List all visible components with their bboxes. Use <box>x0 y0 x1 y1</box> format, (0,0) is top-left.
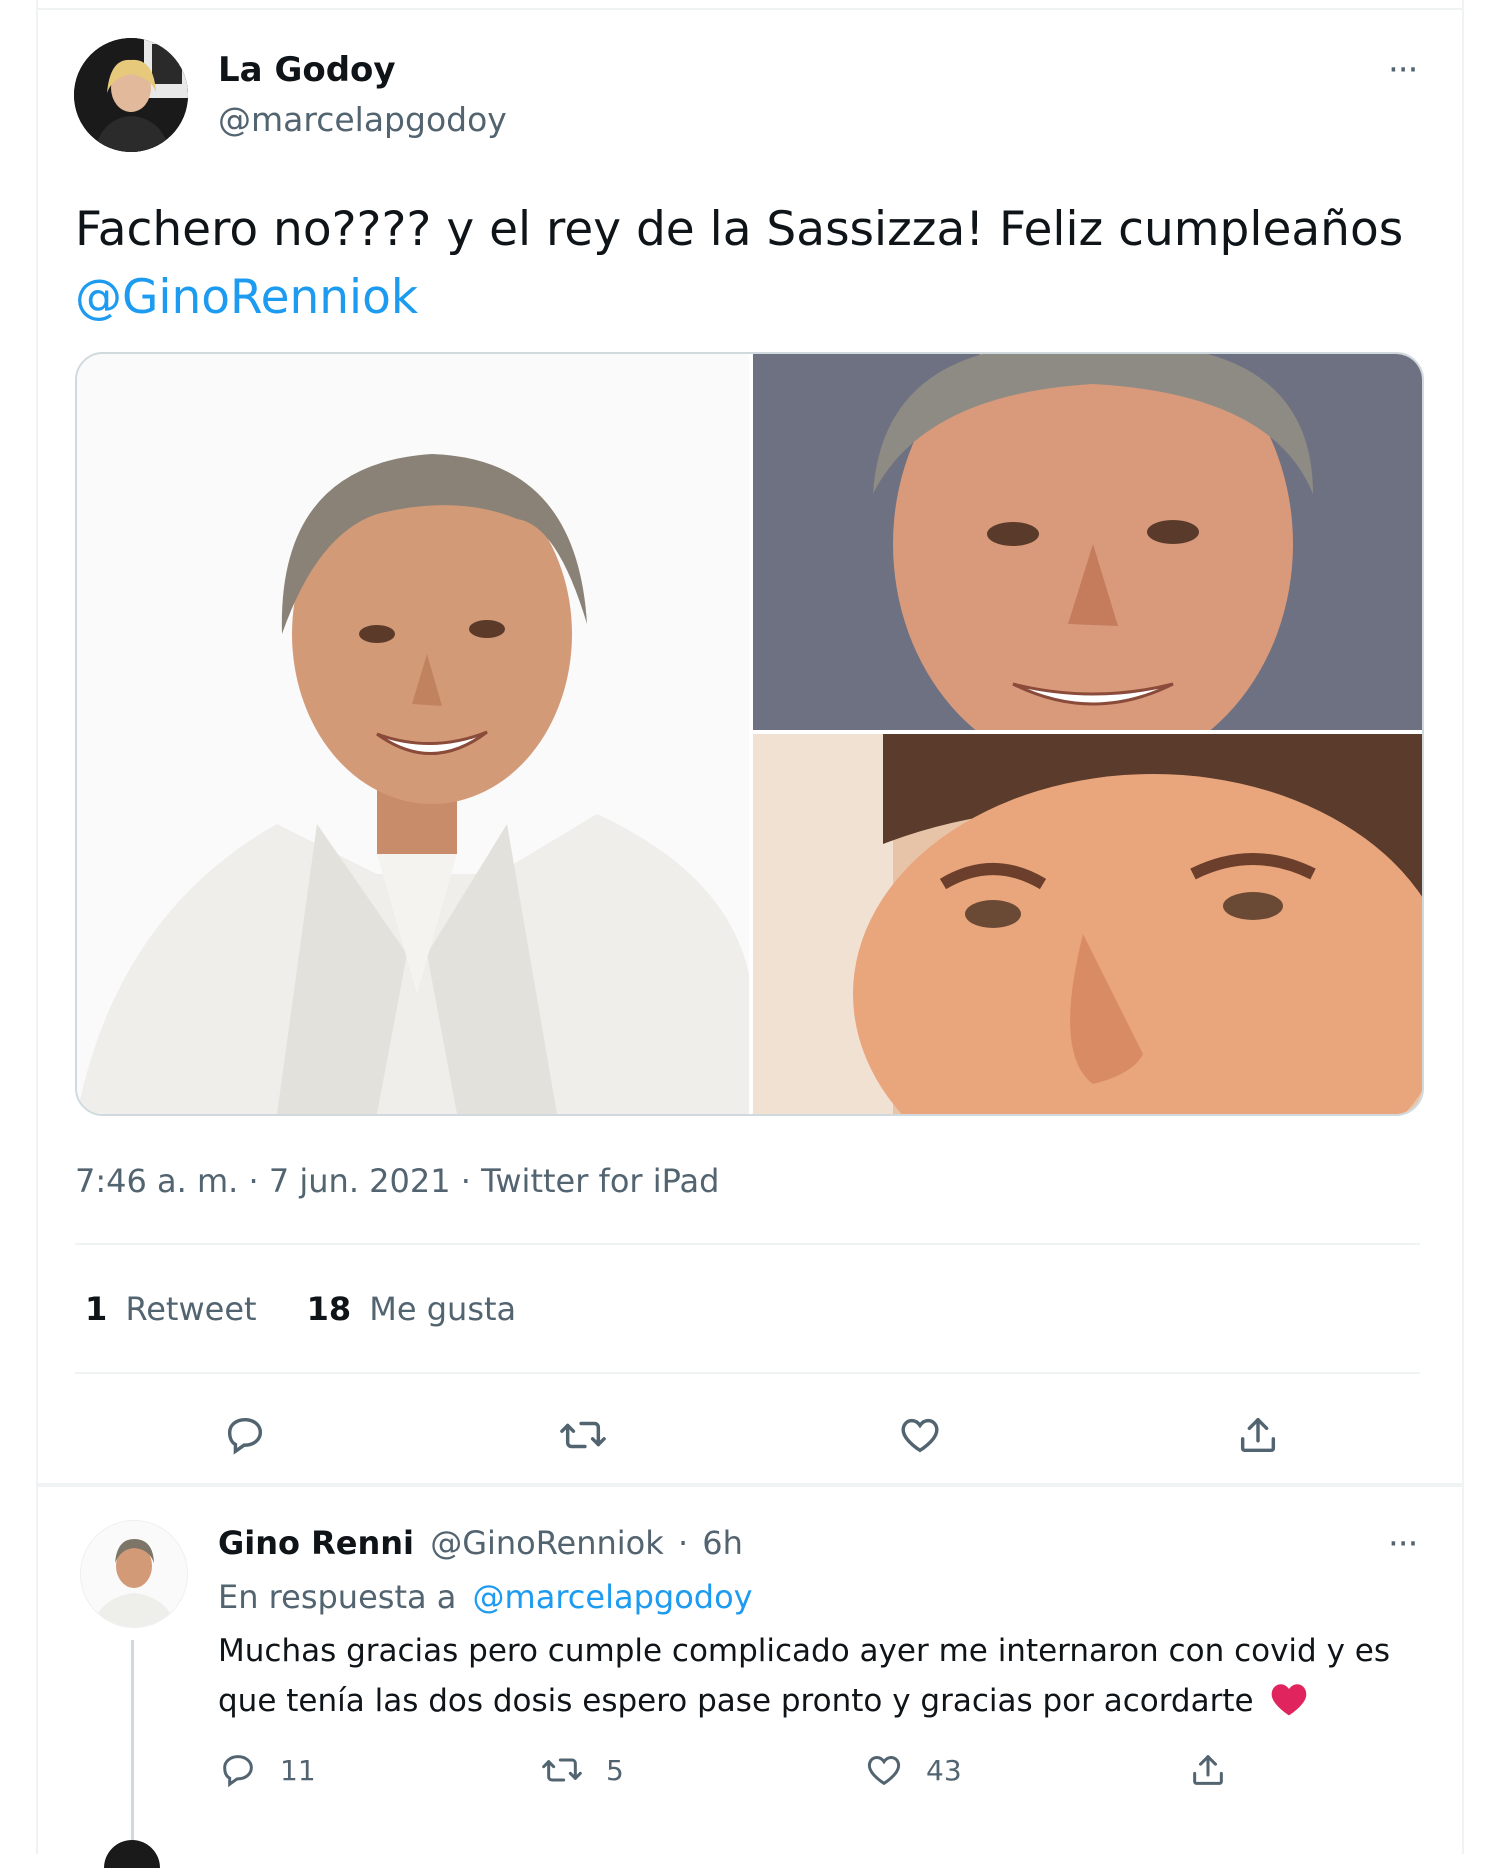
reply-action-reply[interactable]: 11 <box>218 1750 316 1790</box>
retweets-label: Retweet <box>125 1290 257 1328</box>
author-name[interactable]: La Godoy <box>218 50 396 90</box>
retweet-icon[interactable] <box>553 1405 613 1465</box>
retweets-count: 1 <box>85 1290 108 1328</box>
photo-top-right[interactable] <box>753 354 1422 730</box>
tweet-body: Fachero no???? y el rey de la Sassizza! … <box>75 202 1404 257</box>
reply-author-name[interactable]: Gino Renni <box>218 1524 414 1562</box>
like-icon[interactable] <box>890 1405 950 1465</box>
divider-2 <box>75 1372 1420 1374</box>
likes-label: Me gusta <box>369 1290 517 1328</box>
reply-dot: · <box>677 1524 689 1562</box>
reply-text-line1: Muchas gracias pero cumple complicado ay… <box>218 1633 1390 1669</box>
reply-icon <box>223 1755 253 1788</box>
reply-author-handle[interactable]: @GinoRenniok <box>430 1524 664 1562</box>
reply-action-like[interactable]: 43 <box>864 1750 962 1790</box>
like-count: 43 <box>926 1753 962 1787</box>
media-grid[interactable] <box>75 352 1424 1116</box>
photo-left[interactable] <box>77 354 749 1114</box>
mention-link[interactable]: @GinoRenniok <box>75 270 418 325</box>
reply-text: Muchas gracias pero cumple complicado ay… <box>218 1626 1418 1726</box>
divider-1 <box>75 1243 1420 1245</box>
reply-author-avatar[interactable] <box>80 1520 188 1628</box>
like-icon <box>867 1755 901 1786</box>
retweets-stat[interactable]: 1 Retweet <box>85 1290 257 1328</box>
likes-stat[interactable]: 18 Me gusta <box>307 1290 517 1328</box>
retweet-count: 5 <box>606 1753 624 1787</box>
likes-count: 18 <box>306 1290 352 1328</box>
share-icon <box>1193 1755 1223 1785</box>
reply-header: Gino Renni @GinoRenniok · 6h <box>218 1524 743 1562</box>
reply-action-retweet[interactable]: 5 <box>540 1750 624 1790</box>
tweet-timestamp[interactable]: 7:46 a. m. · 7 jun. 2021 · Twitter for i… <box>75 1162 719 1200</box>
reply-count: 11 <box>280 1753 316 1787</box>
author-handle[interactable]: @marcelapgodoy <box>218 100 507 139</box>
heart-emoji-icon <box>1272 1684 1307 1716</box>
reply-action-share[interactable] <box>1188 1750 1228 1790</box>
reply-time[interactable]: 6h <box>702 1524 743 1562</box>
reply-icon[interactable] <box>215 1405 275 1465</box>
photo-bottom-right[interactable] <box>753 734 1422 1114</box>
retweet-icon <box>542 1758 582 1782</box>
reply-more-options-icon[interactable]: ··· <box>1388 1527 1418 1561</box>
in-reply-handle[interactable]: @marcelapgodoy <box>473 1578 753 1616</box>
more-options-icon[interactable]: ··· <box>1388 53 1418 87</box>
engagement-stats: 1 Retweet 18 Me gusta <box>85 1290 516 1328</box>
tweet-text: Fachero no???? y el rey de la Sassizza! … <box>75 196 1415 332</box>
in-reply-prefix: En respuesta a <box>218 1578 457 1616</box>
section-divider <box>36 1483 1462 1487</box>
reply-text-line2: que tenía las dos dosis espero pase pron… <box>218 1683 1254 1719</box>
author-avatar[interactable] <box>74 38 188 152</box>
in-reply-to: En respuesta a @marcelapgodoy <box>218 1578 753 1616</box>
share-icon[interactable] <box>1228 1405 1288 1465</box>
thread-line <box>131 1640 134 1854</box>
